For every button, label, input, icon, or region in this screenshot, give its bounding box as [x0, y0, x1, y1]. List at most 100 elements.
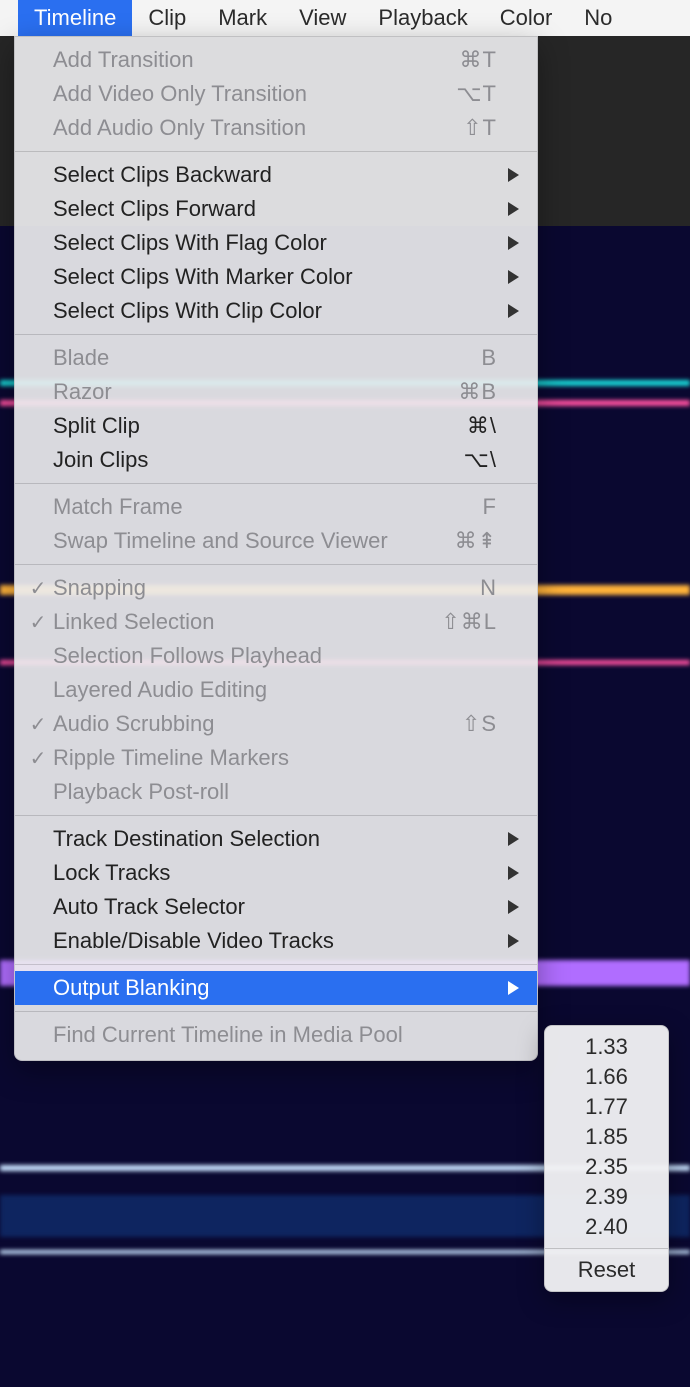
submenu-arrow-icon [497, 230, 519, 256]
menubar-item-timeline[interactable]: Timeline [18, 0, 132, 36]
submenu-arrow-icon [497, 826, 519, 852]
menu-item-shortcut: ⌘B [411, 379, 497, 405]
menu-item-label: Linked Selection [53, 609, 411, 635]
menu-item-label: Add Transition [53, 47, 411, 73]
menu-item-output-blanking[interactable]: Output Blanking [15, 971, 537, 1005]
submenu-arrow-icon [497, 928, 519, 954]
menu-item-shortcut: ⌥T [411, 81, 497, 107]
menu-item-shortcut: ⇧⌘L [411, 609, 497, 635]
menu-item-label: Match Frame [53, 494, 411, 520]
menu-divider [15, 334, 537, 335]
submenu-arrow-icon [497, 298, 519, 324]
menu-item-enable-disable-video-tracks[interactable]: Enable/Disable Video Tracks [15, 924, 537, 958]
submenu-arrow-icon [497, 860, 519, 886]
menu-item-add-video-only-transition: Add Video Only Transition⌥T [15, 77, 537, 111]
menu-item-label: Find Current Timeline in Media Pool [53, 1022, 411, 1048]
menu-item-selection-follows-playhead: Selection Follows Playhead [15, 639, 537, 673]
menu-item-label: Add Video Only Transition [53, 81, 411, 107]
menu-item-select-clips-with-marker-color[interactable]: Select Clips With Marker Color [15, 260, 537, 294]
menu-item-label: Select Clips Backward [53, 162, 411, 188]
menu-divider [15, 483, 537, 484]
menu-item-label: Add Audio Only Transition [53, 115, 411, 141]
menu-item-playback-post-roll: Playback Post-roll [15, 775, 537, 809]
menu-item-select-clips-with-clip-color[interactable]: Select Clips With Clip Color [15, 294, 537, 328]
submenu-item-1-85[interactable]: 1.85 [545, 1122, 668, 1152]
submenu-item-2-40[interactable]: 2.40 [545, 1212, 668, 1242]
menu-item-shortcut: B [411, 345, 497, 371]
menu-item-select-clips-forward[interactable]: Select Clips Forward [15, 192, 537, 226]
submenu-divider [545, 1248, 668, 1249]
menu-item-linked-selection: ✓Linked Selection⇧⌘L [15, 605, 537, 639]
submenu-item-1-33[interactable]: 1.33 [545, 1032, 668, 1062]
menu-item-select-clips-backward[interactable]: Select Clips Backward [15, 158, 537, 192]
submenu-arrow-icon [497, 264, 519, 290]
submenu-arrow-icon [497, 196, 519, 222]
menubar: TimelineClipMarkViewPlaybackColorNo [0, 0, 690, 36]
menu-item-label: Audio Scrubbing [53, 711, 411, 737]
menu-item-label: Select Clips Forward [53, 196, 411, 222]
menu-item-track-destination-selection[interactable]: Track Destination Selection [15, 822, 537, 856]
menu-item-label: Ripple Timeline Markers [53, 745, 411, 771]
submenu-item-2-39[interactable]: 2.39 [545, 1182, 668, 1212]
menu-item-label: Razor [53, 379, 411, 405]
menu-divider [15, 964, 537, 965]
menubar-item-no[interactable]: No [568, 0, 628, 36]
menu-item-label: Auto Track Selector [53, 894, 411, 920]
menu-item-shortcut: ⌥\ [411, 447, 497, 473]
menu-item-shortcut: ⇧S [411, 711, 497, 737]
menubar-item-view[interactable]: View [283, 0, 362, 36]
menu-item-label: Track Destination Selection [53, 826, 411, 852]
menu-item-split-clip[interactable]: Split Clip⌘\ [15, 409, 537, 443]
submenu-item-reset[interactable]: Reset [545, 1255, 668, 1285]
checkmark-icon: ✓ [23, 712, 53, 737]
menu-item-label: Output Blanking [53, 975, 411, 1001]
menu-divider [15, 815, 537, 816]
menu-item-label: Snapping [53, 575, 411, 601]
submenu-arrow-icon [497, 975, 519, 1001]
submenu-item-1-77[interactable]: 1.77 [545, 1092, 668, 1122]
output-blanking-submenu: 1.331.661.771.852.352.392.40 Reset [544, 1025, 669, 1292]
menu-item-shortcut: ⇧T [411, 115, 497, 141]
menu-item-shortcut: ⌘\ [411, 413, 497, 439]
menu-item-layered-audio-editing: Layered Audio Editing [15, 673, 537, 707]
menubar-item-playback[interactable]: Playback [362, 0, 483, 36]
menu-divider [15, 151, 537, 152]
menu-item-select-clips-with-flag-color[interactable]: Select Clips With Flag Color [15, 226, 537, 260]
menubar-item-mark[interactable]: Mark [202, 0, 283, 36]
menu-item-shortcut: ⌘T [411, 47, 497, 73]
menu-item-label: Lock Tracks [53, 860, 411, 886]
menu-item-blade: BladeB [15, 341, 537, 375]
menubar-item-color[interactable]: Color [484, 0, 569, 36]
menu-item-match-frame: Match FrameF [15, 490, 537, 524]
timeline-menu: Add Transition⌘TAdd Video Only Transitio… [14, 36, 538, 1061]
menu-item-label: Split Clip [53, 413, 411, 439]
menu-item-shortcut: ⌘⇞ [411, 528, 497, 554]
menu-item-join-clips[interactable]: Join Clips⌥\ [15, 443, 537, 477]
menu-item-add-audio-only-transition: Add Audio Only Transition⇧T [15, 111, 537, 145]
submenu-item-1-66[interactable]: 1.66 [545, 1062, 668, 1092]
menu-item-snapping: ✓SnappingN [15, 571, 537, 605]
menu-item-lock-tracks[interactable]: Lock Tracks [15, 856, 537, 890]
checkmark-icon: ✓ [23, 746, 53, 771]
submenu-arrow-icon [497, 162, 519, 188]
menu-divider [15, 1011, 537, 1012]
menu-item-label: Select Clips With Marker Color [53, 264, 411, 290]
submenu-item-2-35[interactable]: 2.35 [545, 1152, 668, 1182]
checkmark-icon: ✓ [23, 610, 53, 635]
menu-item-shortcut: N [411, 575, 497, 601]
menu-item-add-transition: Add Transition⌘T [15, 43, 537, 77]
menu-item-find-current-timeline-in-media-pool: Find Current Timeline in Media Pool [15, 1018, 537, 1052]
menubar-item-clip[interactable]: Clip [132, 0, 202, 36]
menu-item-label: Select Clips With Clip Color [53, 298, 411, 324]
menu-item-auto-track-selector[interactable]: Auto Track Selector [15, 890, 537, 924]
menu-item-swap-timeline-and-source-viewer: Swap Timeline and Source Viewer⌘⇞ [15, 524, 537, 558]
menu-item-ripple-timeline-markers: ✓Ripple Timeline Markers [15, 741, 537, 775]
menu-item-audio-scrubbing: ✓Audio Scrubbing⇧S [15, 707, 537, 741]
menu-item-label: Layered Audio Editing [53, 677, 411, 703]
submenu-arrow-icon [497, 894, 519, 920]
menu-item-razor: Razor⌘B [15, 375, 537, 409]
menu-divider [15, 564, 537, 565]
menu-item-label: Join Clips [53, 447, 411, 473]
menu-item-label: Playback Post-roll [53, 779, 411, 805]
menu-item-label: Select Clips With Flag Color [53, 230, 411, 256]
